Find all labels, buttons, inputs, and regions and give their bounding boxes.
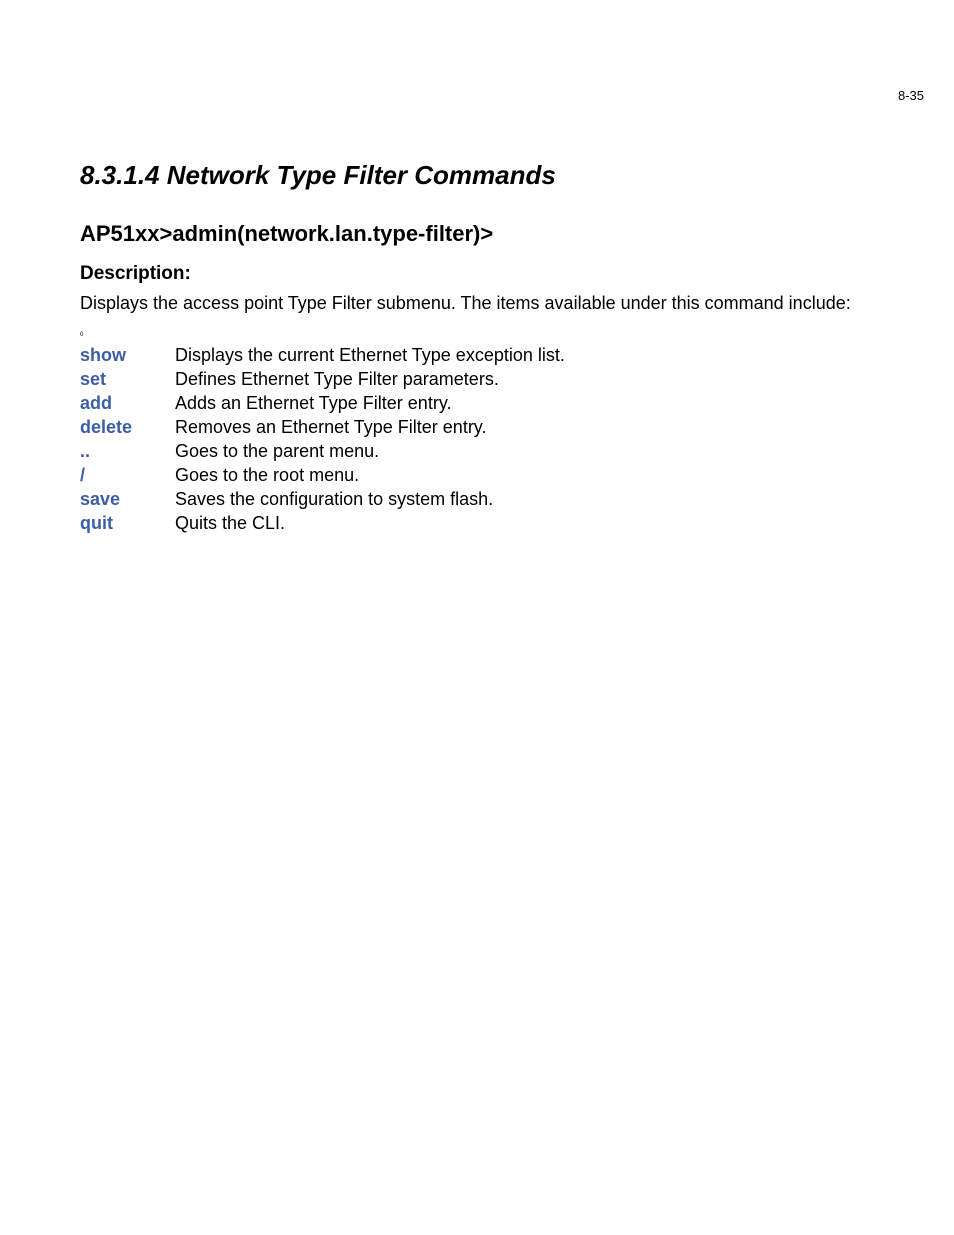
command-table: show Displays the current Ethernet Type … bbox=[80, 344, 565, 536]
cmd-name: .. bbox=[80, 440, 175, 464]
cmd-name: add bbox=[80, 392, 175, 416]
cmd-name: save bbox=[80, 488, 175, 512]
cmd-desc: Quits the CLI. bbox=[175, 512, 565, 536]
table-row: add Adds an Ethernet Type Filter entry. bbox=[80, 392, 565, 416]
cmd-name: quit bbox=[80, 512, 175, 536]
table-row: quit Quits the CLI. bbox=[80, 512, 565, 536]
table-row: delete Removes an Ethernet Type Filter e… bbox=[80, 416, 565, 440]
table-row: save Saves the configuration to system f… bbox=[80, 488, 565, 512]
page-content: 8.3.1.4 Network Type Filter Commands AP5… bbox=[80, 160, 894, 536]
cmd-desc: Goes to the parent menu. bbox=[175, 440, 565, 464]
cmd-desc: Defines Ethernet Type Filter parameters. bbox=[175, 368, 565, 392]
cmd-name: / bbox=[80, 464, 175, 488]
page-number: 8-35 bbox=[898, 88, 924, 103]
table-row: / Goes to the root menu. bbox=[80, 464, 565, 488]
table-row: .. Goes to the parent menu. bbox=[80, 440, 565, 464]
description-label: Description: bbox=[80, 263, 894, 285]
cmd-desc: Goes to the root menu. bbox=[175, 464, 565, 488]
cmd-desc: Adds an Ethernet Type Filter entry. bbox=[175, 392, 565, 416]
cmd-desc: Saves the configuration to system flash. bbox=[175, 488, 565, 512]
cmd-name: set bbox=[80, 368, 175, 392]
cmd-name: show bbox=[80, 344, 175, 368]
section-title: 8.3.1.4 Network Type Filter Commands bbox=[80, 160, 894, 191]
table-row: show Displays the current Ethernet Type … bbox=[80, 344, 565, 368]
description-text: Displays the access point Type Filter su… bbox=[80, 293, 894, 314]
tiny-mark: 0 bbox=[80, 332, 894, 338]
cmd-name: delete bbox=[80, 416, 175, 440]
cmd-desc: Displays the current Ethernet Type excep… bbox=[175, 344, 565, 368]
table-row: set Defines Ethernet Type Filter paramet… bbox=[80, 368, 565, 392]
prompt-line: AP51xx>admin(network.lan.type-filter)> bbox=[80, 221, 894, 247]
cmd-desc: Removes an Ethernet Type Filter entry. bbox=[175, 416, 565, 440]
